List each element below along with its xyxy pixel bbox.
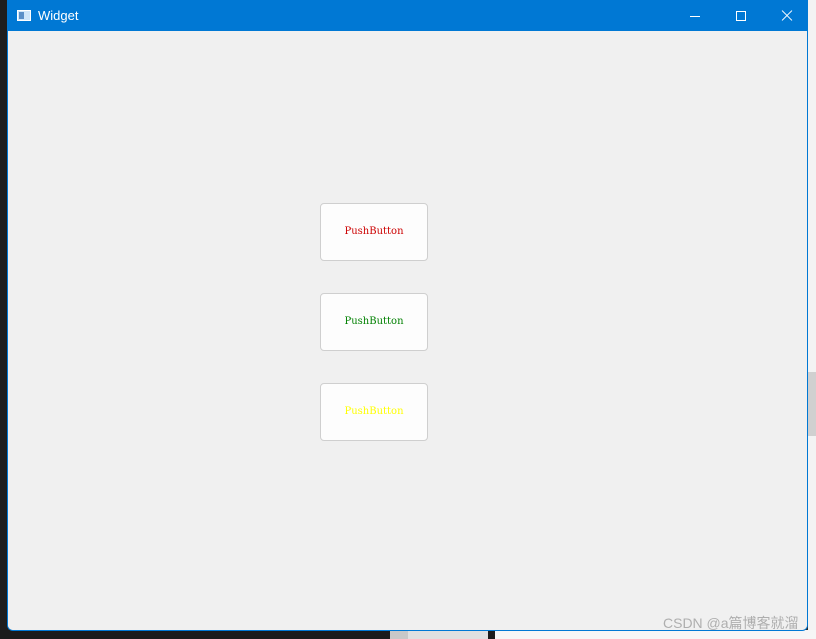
client-area: PushButton PushButton PushButton bbox=[8, 31, 807, 630]
background-right bbox=[808, 0, 816, 639]
title-bar[interactable]: Widget bbox=[8, 1, 807, 31]
close-button[interactable] bbox=[764, 1, 807, 31]
push-button-red[interactable]: PushButton bbox=[320, 203, 428, 261]
app-icon bbox=[17, 10, 31, 21]
watermark-text: CSDN @a篇博客就溜 bbox=[663, 615, 799, 631]
minimize-icon bbox=[690, 16, 700, 17]
maximize-button[interactable] bbox=[718, 1, 764, 31]
window-title: Widget bbox=[38, 8, 79, 23]
widget-window: Widget PushButton PushButton PushButton bbox=[7, 0, 808, 631]
push-button-yellow[interactable]: PushButton bbox=[320, 383, 428, 441]
maximize-icon bbox=[736, 11, 746, 21]
minimize-button[interactable] bbox=[672, 1, 718, 31]
push-button-green[interactable]: PushButton bbox=[320, 293, 428, 351]
